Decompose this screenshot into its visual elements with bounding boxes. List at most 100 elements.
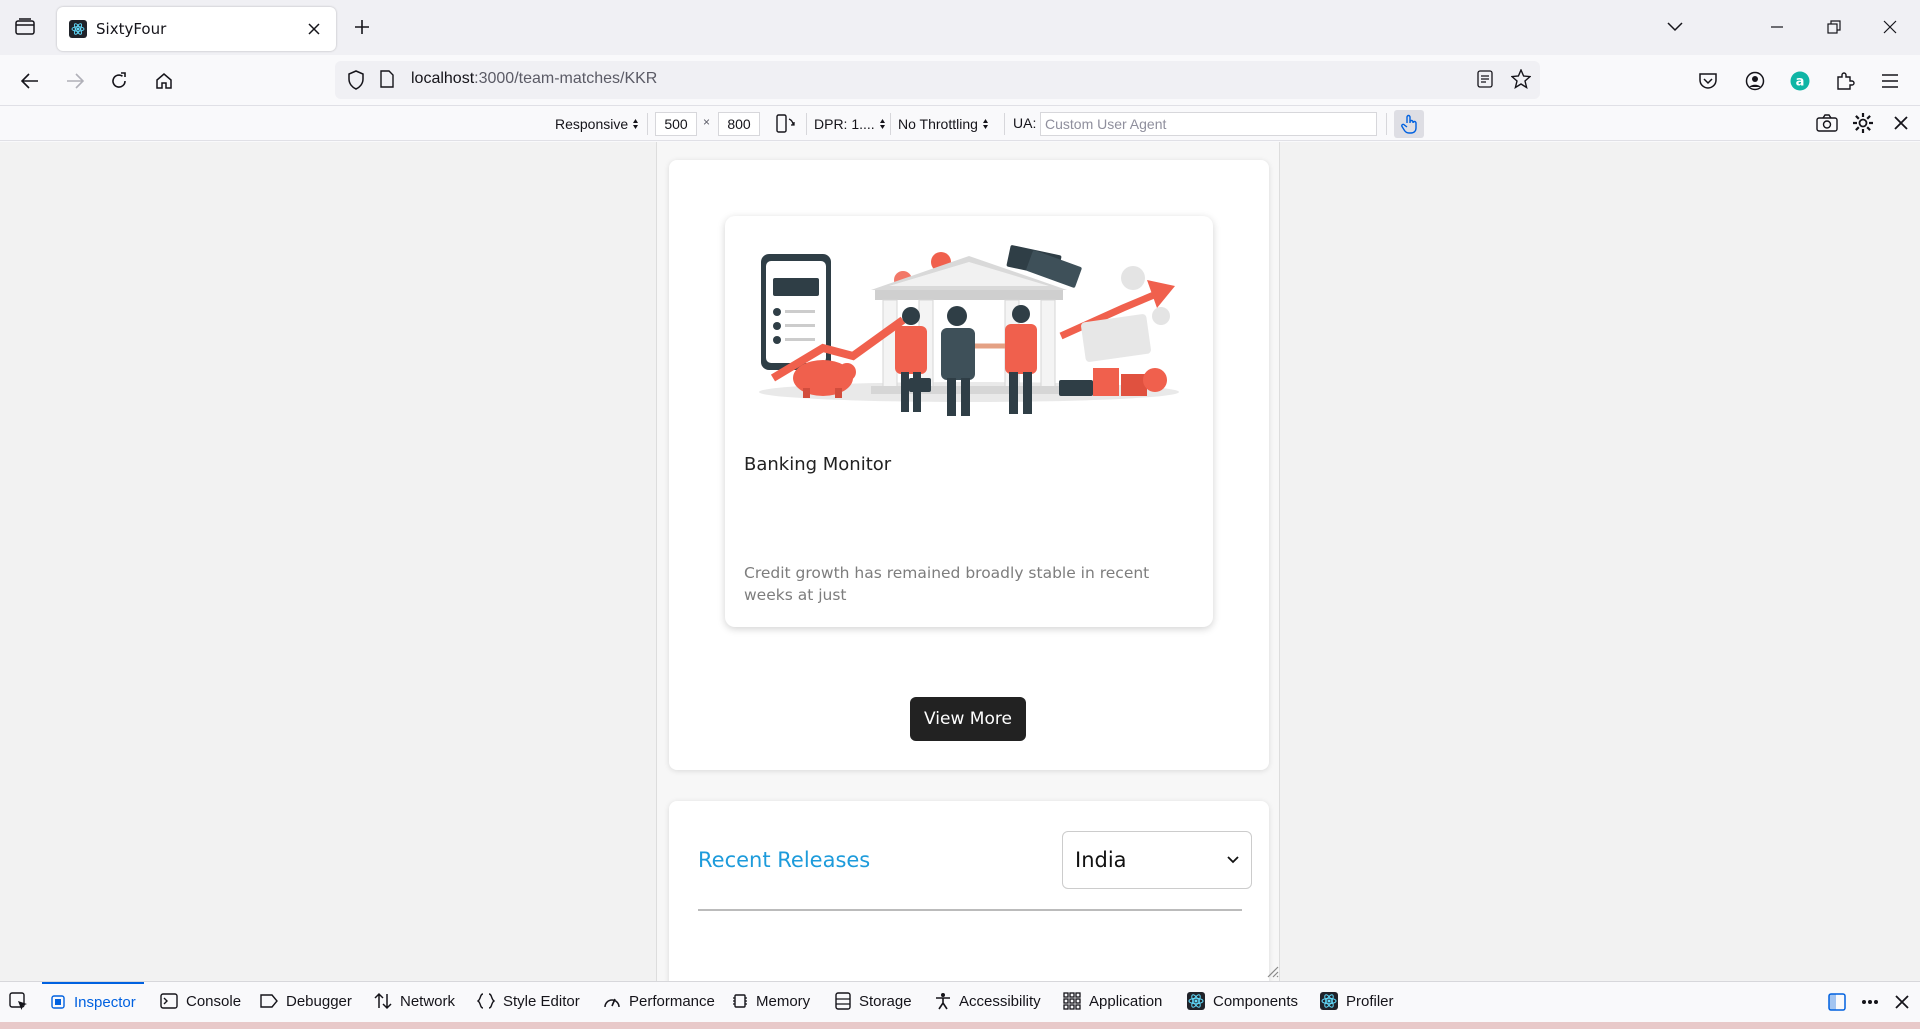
screenshot-camera-icon[interactable] xyxy=(1816,113,1838,136)
country-select-value: India xyxy=(1075,848,1127,872)
recent-releases-panel: Recent Releases India xyxy=(669,801,1269,981)
tab-label: Storage xyxy=(859,992,912,1010)
back-arrow-icon[interactable] xyxy=(16,67,44,95)
tab-network[interactable]: Network xyxy=(366,982,463,1020)
responsive-design-toolbar: Responsive 500 × 800 DPR: 1.... No Throt… xyxy=(0,107,1920,141)
extension-a-icon[interactable]: a xyxy=(1786,67,1814,95)
tab-title: SixtyFour xyxy=(96,20,167,38)
view-more-button[interactable]: View More xyxy=(910,697,1026,741)
touch-simulation-icon[interactable] xyxy=(1394,110,1424,138)
close-rdm-icon[interactable] xyxy=(1893,115,1909,134)
network-icon xyxy=(374,992,392,1010)
dock-side-icon[interactable] xyxy=(1825,990,1849,1014)
tab-label: Inspector xyxy=(74,993,136,1011)
country-select[interactable]: India xyxy=(1062,831,1252,889)
dpr-label: DPR: 1.... xyxy=(814,116,875,132)
recent-releases-heading: Recent Releases xyxy=(698,848,871,872)
react-icon xyxy=(69,20,87,38)
viewport-height-input[interactable]: 800 xyxy=(718,112,760,136)
url-text: localhost:3000/team-matches/KKR xyxy=(411,70,658,87)
updown-icon xyxy=(879,119,885,129)
pocket-icon[interactable] xyxy=(1694,67,1722,95)
tab-console[interactable]: Console xyxy=(152,982,249,1020)
tab-storage[interactable]: Storage xyxy=(827,982,920,1020)
minimize-icon[interactable] xyxy=(1764,14,1790,40)
new-tab-icon[interactable] xyxy=(350,15,374,39)
tab-debugger[interactable]: Debugger xyxy=(252,982,360,1020)
tab-label: Memory xyxy=(756,992,811,1010)
page-icon[interactable] xyxy=(380,70,394,92)
home-icon[interactable] xyxy=(150,67,178,95)
dimension-separator: × xyxy=(703,115,711,129)
device-viewport: Banking Monitor Credit growth has remain… xyxy=(656,142,1280,981)
element-picker-icon[interactable] xyxy=(7,990,31,1014)
close-devtools-icon[interactable] xyxy=(1890,990,1914,1014)
tab-label: Profiler xyxy=(1346,992,1394,1010)
card-description: Credit growth has remained broadly stabl… xyxy=(744,564,1150,604)
tab-label: Debugger xyxy=(286,992,352,1010)
react-icon xyxy=(1187,992,1205,1010)
updown-icon xyxy=(982,119,988,129)
reader-view-icon[interactable] xyxy=(1477,70,1493,92)
bookmark-star-icon[interactable] xyxy=(1510,68,1532,93)
more-options-icon[interactable] xyxy=(1858,990,1882,1014)
braces-icon xyxy=(477,993,495,1009)
performance-gauge-icon xyxy=(604,998,620,1008)
tab-label: Performance xyxy=(629,992,715,1010)
console-icon xyxy=(160,993,178,1009)
viewport-width-input[interactable]: 500 xyxy=(655,112,697,136)
extensions-puzzle-icon[interactable] xyxy=(1831,67,1859,95)
tab-label: Accessibility xyxy=(959,992,1041,1010)
updown-icon xyxy=(633,119,639,129)
tab-accessibility[interactable]: Accessibility xyxy=(927,982,1049,1020)
tab-components[interactable]: Components xyxy=(1179,982,1306,1020)
featured-panel: Banking Monitor Credit growth has remain… xyxy=(669,160,1269,770)
browser-tab[interactable]: SixtyFour xyxy=(57,7,336,51)
tab-label: Console xyxy=(186,992,242,1010)
tab-memory[interactable]: Memory xyxy=(724,982,818,1020)
address-bar[interactable]: localhost:3000/team-matches/KKR xyxy=(335,61,1540,99)
react-icon xyxy=(1320,992,1338,1010)
divider xyxy=(698,909,1242,911)
list-all-tabs-icon[interactable] xyxy=(12,16,38,38)
rotate-device-icon[interactable] xyxy=(774,113,796,138)
bottom-edge xyxy=(0,1022,1920,1029)
application-grid-icon xyxy=(1063,992,1081,1010)
tab-profiler[interactable]: Profiler xyxy=(1312,982,1402,1020)
tab-label: Network xyxy=(400,992,456,1010)
menu-hamburger-icon[interactable] xyxy=(1876,67,1904,95)
tab-performance[interactable]: Performance xyxy=(595,982,723,1020)
news-card[interactable]: Banking Monitor Credit growth has remain… xyxy=(725,216,1213,627)
settings-gear-icon[interactable] xyxy=(1852,112,1874,137)
svg-text:a: a xyxy=(1796,75,1805,90)
dpr-selector[interactable]: DPR: 1.... xyxy=(814,113,886,135)
inspector-icon xyxy=(51,995,65,1009)
debugger-icon xyxy=(260,994,278,1008)
tab-strip: SixtyFour xyxy=(0,0,1920,55)
throttling-selector[interactable]: No Throttling xyxy=(898,113,989,135)
chevron-down-icon[interactable] xyxy=(1662,14,1688,40)
close-tab-icon[interactable] xyxy=(304,19,324,39)
tab-label: Components xyxy=(1213,992,1299,1010)
tracking-protection-shield-icon[interactable] xyxy=(347,70,365,94)
close-window-icon[interactable] xyxy=(1877,14,1903,40)
tab-application[interactable]: Application xyxy=(1055,982,1170,1020)
resize-handle-icon[interactable] xyxy=(1265,964,1279,978)
forward-arrow-icon[interactable] xyxy=(61,67,89,95)
restore-icon[interactable] xyxy=(1821,14,1847,40)
memory-chip-icon xyxy=(733,994,747,1008)
tab-label: Application xyxy=(1089,992,1163,1010)
chevron-down-icon xyxy=(1227,856,1239,864)
tab-style-editor[interactable]: Style Editor xyxy=(469,982,588,1020)
tab-label: Style Editor xyxy=(503,992,580,1010)
account-icon[interactable] xyxy=(1741,67,1769,95)
reload-icon[interactable] xyxy=(105,67,133,95)
device-selector-label: Responsive xyxy=(555,116,629,132)
navigation-toolbar: localhost:3000/team-matches/KKR a xyxy=(0,55,1920,106)
user-agent-input[interactable]: Custom User Agent xyxy=(1040,112,1377,136)
card-title: Banking Monitor xyxy=(744,454,892,475)
devtools-toolbar: Inspector Console Debugger Network Style… xyxy=(0,981,1920,1022)
throttling-label: No Throttling xyxy=(898,116,978,132)
device-selector[interactable]: Responsive xyxy=(555,113,639,135)
tab-inspector[interactable]: Inspector xyxy=(42,982,144,1020)
